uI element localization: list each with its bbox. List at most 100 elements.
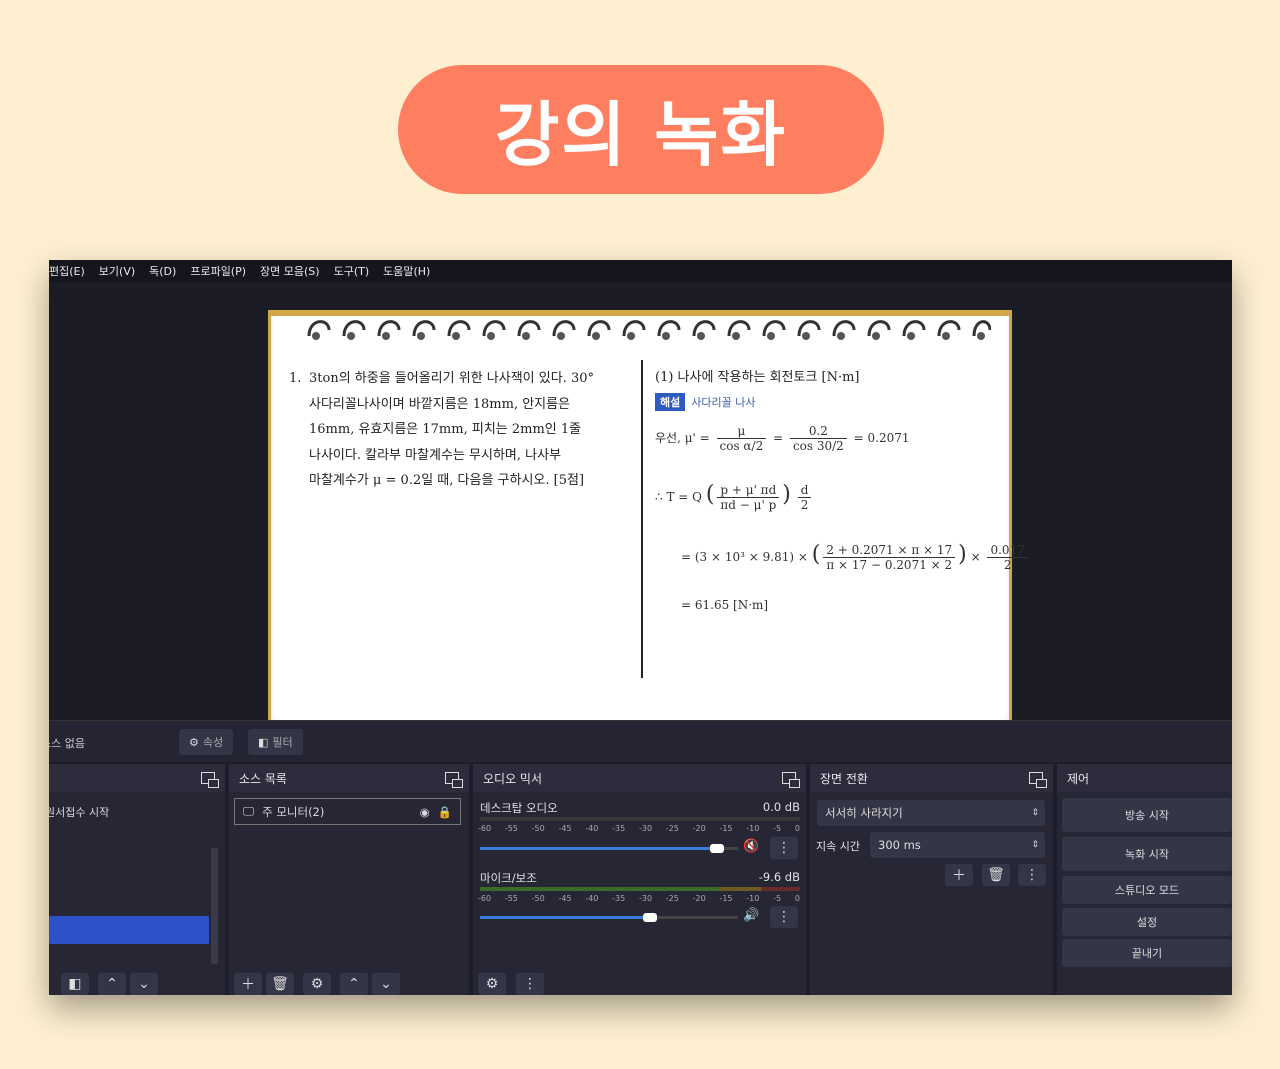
studio-mode-button[interactable]: 스튜디오 모드 — [1062, 876, 1232, 904]
duration-spinbox[interactable]: 300 ms ⇕ — [870, 832, 1045, 858]
plus-icon: ＋ — [952, 868, 966, 884]
add-source-button[interactable]: ＋ — [234, 973, 262, 995]
notebook-frame: 1. 3ton의 하중을 들어올리기 위한 나사잭이 있다. 30° 사다리꼴나… — [268, 310, 1028, 736]
desktop-audio-menu-button[interactable]: ⋮ — [770, 837, 798, 859]
remove-transition-button[interactable]: 🗑 — [982, 864, 1010, 886]
eq2-prefix: ∴ T = Q — [655, 490, 702, 504]
source-down-button[interactable]: ⌄ — [372, 973, 400, 995]
notebook-page: 1. 3ton의 하중을 들어올리기 위한 나사잭이 있다. 30° 사다리꼴나… — [271, 316, 1028, 730]
undock-icon[interactable] — [782, 772, 800, 788]
audio-settings-button[interactable]: ⚙ — [478, 973, 506, 995]
controls-dock-title: 제어 — [1067, 771, 1090, 786]
scenes-scrollbar[interactable] — [211, 848, 218, 964]
menu-tools[interactable]: 도구(T) — [334, 263, 370, 279]
title-banner: 강의 녹화 — [398, 65, 884, 194]
lock-icon[interactable]: 🔒 — [438, 805, 452, 819]
scene-item-label[interactable]: 원서접수 시작 — [49, 804, 109, 820]
eq3-denominator-1: π × 17 − 0.2071 × 2 — [826, 558, 953, 572]
speaker-icon[interactable]: 🔊 — [743, 908, 759, 923]
eq1-prefix: 우선, μ' = — [655, 431, 710, 445]
plus-icon: ＋ — [241, 977, 255, 993]
desktop-audio-db: 0.0 dB — [762, 800, 800, 814]
menu-scene-collection[interactable]: 장면 모음(S) — [260, 263, 320, 279]
mic-aux-volume-slider[interactable] — [480, 913, 738, 922]
banner-title: 강의 녹화 — [495, 94, 787, 176]
start-recording-button[interactable]: 녹화 시작 — [1062, 837, 1232, 871]
mic-aux-db: -9.6 dB — [758, 870, 800, 884]
duration-label: 지속 시간 — [816, 840, 860, 853]
duration-value: 300 ms — [878, 838, 921, 852]
problem-text-block: 1. 3ton의 하중을 들어올리기 위한 나사잭이 있다. 30° 사다리꼴나… — [289, 366, 629, 494]
solution-tag-text: 사다리꼴 나사 — [691, 396, 756, 409]
desktop-audio-volume-slider[interactable] — [480, 844, 738, 853]
start-streaming-button[interactable]: 방송 시작 — [1062, 798, 1232, 832]
chevron-down-icon: ⌄ — [380, 976, 392, 992]
more-vertical-icon: ⋮ — [523, 976, 537, 992]
preview-area[interactable]: 1. 3ton의 하중을 들어올리기 위한 나사잭이 있다. 30° 사다리꼴나… — [49, 282, 1232, 736]
audio-menu-button[interactable]: ⋮ — [516, 973, 544, 995]
scene-filter-button[interactable]: ◧ — [61, 973, 89, 995]
eq2-numerator-1: p + μ' πd — [717, 483, 780, 498]
sources-dock: 소스 목록 🖵 주 모니터(2) ◉ 🔒 ＋ 🗑 ⚙ ⌃ ⌄ — [229, 764, 469, 995]
eq1-numerator-1: μ — [716, 424, 767, 439]
eye-icon[interactable]: ◉ — [420, 805, 430, 819]
scenes-dock: 원서접수 시작 ◧ ⌃ ⌄ — [49, 764, 225, 995]
exit-button[interactable]: 끝내기 — [1062, 939, 1232, 967]
mic-aux-meter — [480, 887, 800, 891]
sources-dock-title: 소스 목록 — [239, 771, 287, 786]
equation-2: ∴ T = Q (p + μ' πd πd − μ' p) d2 — [655, 482, 814, 512]
background-card: 강의 녹화 편집(E) 보기(V) 독(D) 프로파일(P) 장면 모음(S) … — [0, 0, 1280, 1069]
source-settings-button[interactable]: ⚙ — [303, 973, 331, 995]
source-item[interactable]: 🖵 주 모니터(2) ◉ 🔒 — [234, 798, 461, 825]
solution-block: (1) 나사에 작용하는 회전토크 [N·m] 해설 사다리꼴 나사 — [655, 366, 995, 411]
menu-view[interactable]: 보기(V) — [99, 263, 135, 279]
scene-down-button[interactable]: ⌄ — [130, 973, 158, 995]
chevron-down-icon: ⌄ — [138, 976, 150, 992]
monitor-icon: 🖵 — [243, 804, 255, 818]
spiral-rings-icon — [307, 320, 991, 340]
more-vertical-icon: ⋮ — [777, 840, 791, 856]
menu-dock[interactable]: 독(D) — [149, 263, 176, 279]
undock-icon[interactable] — [1029, 772, 1047, 788]
sources-dock-header: 소스 목록 — [229, 764, 469, 792]
trash-icon: 🗑 — [987, 867, 1005, 883]
audio-mixer-dock: 오디오 믹서 데스크탑 오디오 0.0 dB -60 -55 -50 -45 -40 -3… — [473, 764, 806, 995]
chevron-up-icon: ⌃ — [348, 976, 360, 992]
muted-speaker-icon[interactable]: 🔇 — [743, 839, 759, 854]
menu-profile[interactable]: 프로파일(P) — [190, 263, 246, 279]
undock-icon[interactable] — [445, 772, 463, 788]
eq3-numerator-1: 2 + 0.2071 × π × 17 — [823, 543, 956, 558]
spin-arrows-icon: ⇕ — [1031, 840, 1039, 850]
controls-dock: 제어 방송 시작 녹화 시작 스튜디오 모드 설정 끝내기 — [1057, 764, 1232, 995]
eq1-numerator-2: 0.2 — [789, 424, 847, 439]
mic-aux-menu-button[interactable]: ⋮ — [770, 906, 798, 928]
remove-source-button[interactable]: 🗑 — [266, 973, 294, 995]
filters-label: 필터 — [272, 736, 293, 749]
filters-button[interactable]: ◧ 필터 — [248, 729, 303, 755]
problem-text: 3ton의 하중을 들어올리기 위한 나사잭이 있다. 30° 사다리꼴나사이며… — [309, 371, 594, 488]
transition-select[interactable]: 서서히 사라지기 ⇕ — [817, 800, 1045, 826]
source-toolbar: 소스 없음 ⚙ 속성 ◧ 필터 — [49, 720, 1232, 762]
eq3-times: × — [970, 550, 981, 564]
add-transition-button[interactable]: ＋ — [945, 864, 973, 886]
scene-selected-row[interactable] — [49, 916, 209, 944]
scene-up-button[interactable]: ⌃ — [98, 973, 126, 995]
eq1-denominator-1: cos α/2 — [719, 439, 764, 453]
problem-number: 1. — [289, 371, 302, 386]
properties-button[interactable]: ⚙ 속성 — [179, 729, 234, 755]
source-up-button[interactable]: ⌃ — [340, 973, 368, 995]
transition-menu-button[interactable]: ⋮ — [1018, 864, 1046, 886]
menu-help[interactable]: 도움말(H) — [383, 263, 430, 279]
mic-aux-ticks: -60 -55 -50 -45 -40 -35 -30 -25 -20 -15 -10 -5 0 — [478, 894, 800, 903]
page-divider — [641, 360, 643, 678]
equation-3: = (3 × 10³ × 9.81) × (2 + 0.2071 × π × 1… — [681, 542, 1031, 572]
gear-icon: ⚙ — [485, 976, 499, 992]
obs-window: 편집(E) 보기(V) 독(D) 프로파일(P) 장면 모음(S) 도구(T) … — [49, 260, 1232, 995]
settings-button[interactable]: 설정 — [1062, 908, 1232, 936]
eq3-denominator-2: 2 — [1003, 558, 1012, 572]
audio-mixer-title: 오디오 믹서 — [483, 771, 543, 786]
undock-icon[interactable] — [201, 772, 219, 788]
controls-dock-header: 제어 — [1057, 764, 1232, 792]
transitions-dock-header: 장면 전환 — [810, 764, 1053, 792]
menu-edit[interactable]: 편집(E) — [49, 263, 85, 279]
